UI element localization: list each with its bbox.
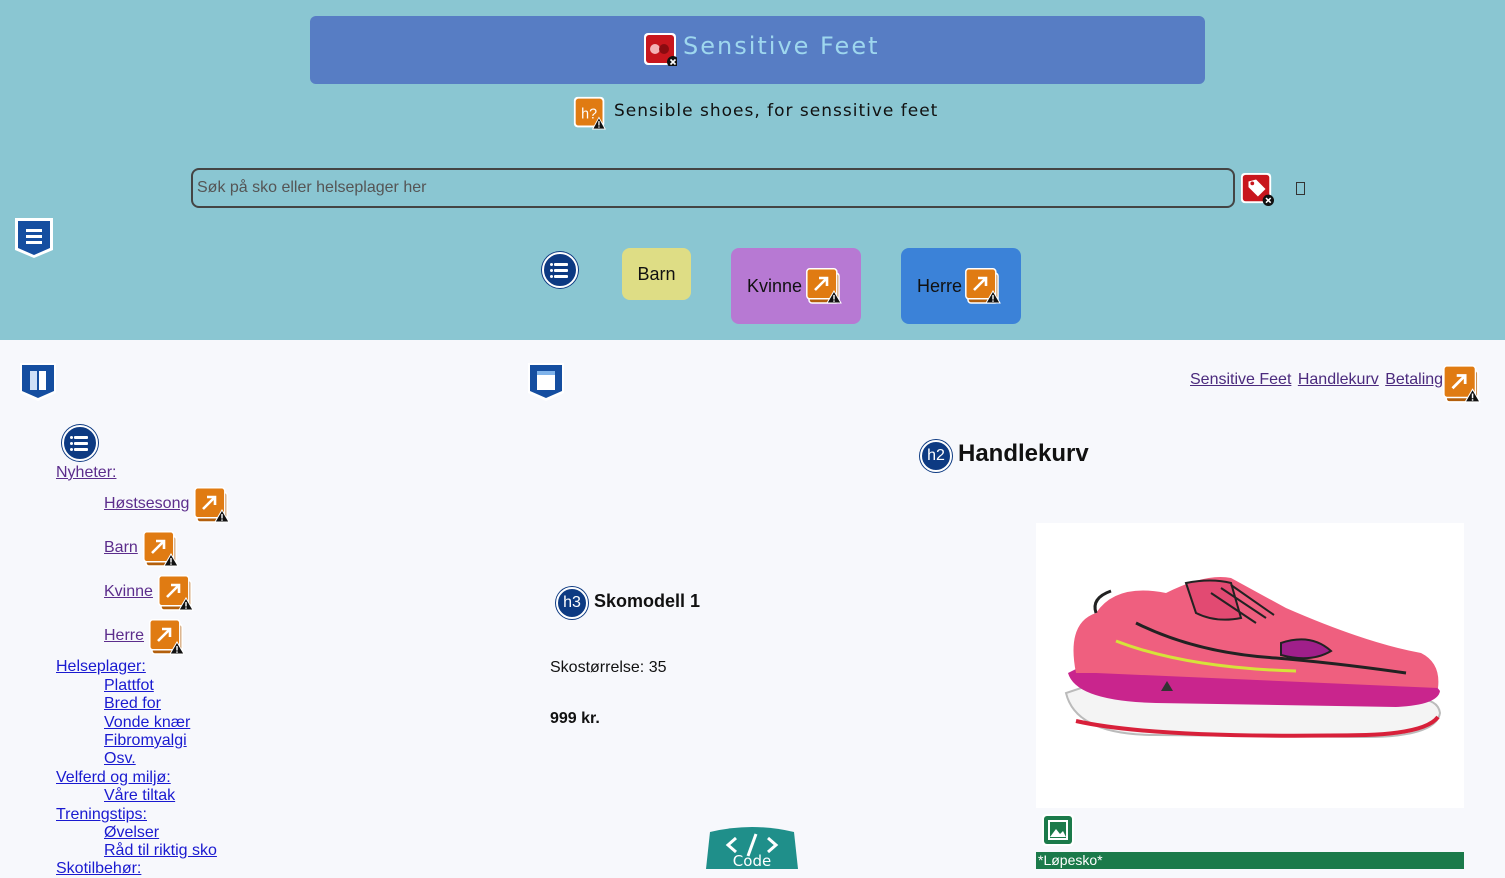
sidebar-section-helseplager[interactable]: Helseplager: <box>56 658 146 676</box>
site-title: Sensitive Feet <box>683 32 880 60</box>
tag-error-icon[interactable] <box>1240 172 1274 206</box>
search-input[interactable] <box>191 168 1235 208</box>
missing-glyph-icon <box>1296 182 1305 195</box>
main-landmark-icon <box>528 363 564 401</box>
image-icon <box>1042 814 1074 846</box>
shoe-image <box>1064 577 1442 739</box>
sidebar-item-fibromyalgi[interactable]: Fibromyalgi <box>104 732 187 750</box>
external-link-warning-icon <box>806 268 842 304</box>
sidebar-item-kvinne[interactable]: Kvinne <box>104 583 153 601</box>
product-title: Skomodell 1 <box>594 591 701 611</box>
sidebar-item-rad-til-riktig-sko[interactable]: Råd til riktig sko <box>104 842 217 860</box>
h2-badge-icon: h2 <box>920 440 952 472</box>
breadcrumb-link-cart[interactable]: Handlekurv <box>1298 371 1379 388</box>
sidebar-item-ovelser[interactable]: Øvelser <box>104 824 159 842</box>
image-caption: *Løpesko* <box>1036 852 1464 869</box>
nav-button-label: Kvinne <box>747 275 803 296</box>
sidebar-item-vonde-knaer[interactable]: Vonde knær <box>104 714 190 732</box>
external-link-warning-icon <box>194 487 230 523</box>
external-link-warning-icon <box>1443 365 1481 403</box>
sidebar-item-bred-for[interactable]: Bred for <box>104 695 161 713</box>
h2-badge-text: h2 <box>927 447 945 464</box>
sidebar-item-barn[interactable]: Barn <box>104 539 138 557</box>
sidebar-section-nyheter[interactable]: Nyheter: <box>56 464 116 482</box>
breadcrumb-link-payment[interactable]: Betaling <box>1385 371 1443 388</box>
sidebar-item-osv[interactable]: Osv. <box>104 750 136 768</box>
list-icon <box>62 425 98 461</box>
aside-landmark-icon <box>20 363 56 401</box>
external-link-warning-icon <box>149 619 185 655</box>
tagline-badge-text: h? <box>581 106 597 122</box>
code-tab-button[interactable]: Code <box>706 826 798 870</box>
nav-button-barn[interactable]: Barn <box>622 248 691 300</box>
external-link-warning-icon <box>965 268 1001 304</box>
sidebar-item-herre[interactable]: Herre <box>104 627 144 645</box>
sidebar-item-vare-tiltak[interactable]: Våre tiltak <box>104 787 175 805</box>
sidebar-section-skotilbehor[interactable]: Skotilbehør: <box>56 860 141 878</box>
nav-button-herre[interactable]: Herre <box>901 248 1021 324</box>
tagline: Sensible shoes, for senssitive feet <box>614 101 939 121</box>
heading-warning-icon: h? <box>573 96 606 130</box>
h3-badge-text: h3 <box>563 594 581 611</box>
product-image <box>1036 523 1464 808</box>
product-size: Skostørrelse: 35 <box>550 659 667 676</box>
page-title: Handlekurv <box>958 440 1089 467</box>
nav-landmark-icon <box>15 218 53 258</box>
breadcrumb: Sensitive Feet Handlekurv Betaling <box>1190 371 1445 389</box>
sidebar-item-plattfot[interactable]: Plattfot <box>104 677 154 695</box>
list-icon <box>542 252 578 288</box>
nav-button-label: Herre <box>917 275 963 296</box>
external-link-warning-icon <box>143 531 179 567</box>
broken-image-icon <box>644 33 677 66</box>
sidebar-item-hostsesong[interactable]: Høstsesong <box>104 495 189 513</box>
code-tab-label: Code <box>732 852 772 870</box>
breadcrumb-link-home[interactable]: Sensitive Feet <box>1190 371 1291 388</box>
sidebar-section-treningstips[interactable]: Treningstips: <box>56 806 147 824</box>
external-link-warning-icon <box>158 575 194 611</box>
product-price: 999 kr. <box>550 710 600 727</box>
h3-badge-icon: h3 <box>556 587 588 619</box>
nav-button-label: Barn <box>637 263 676 284</box>
sidebar-section-velferd[interactable]: Velferd og miljø: <box>56 769 171 787</box>
